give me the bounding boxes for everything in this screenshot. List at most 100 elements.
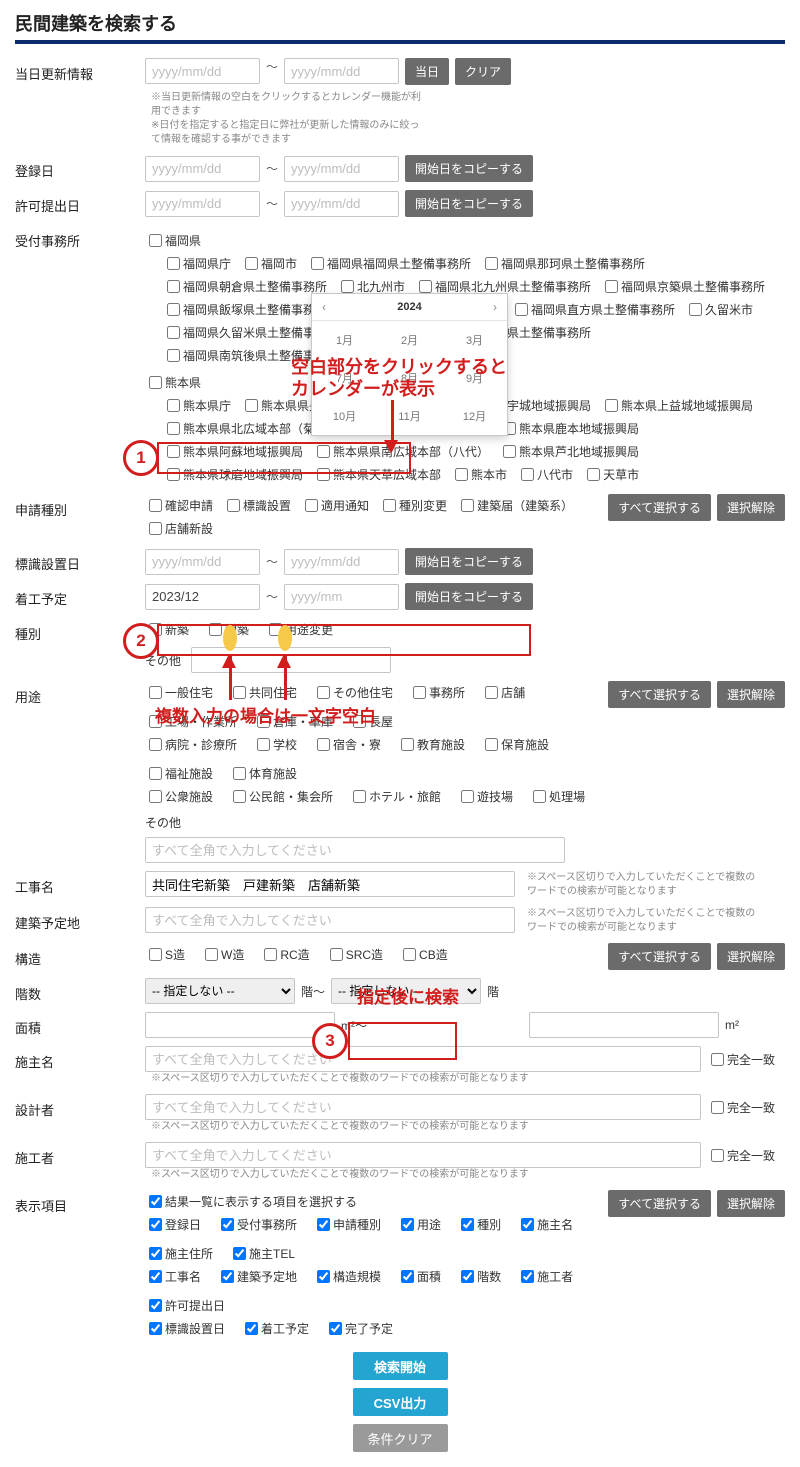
search-button[interactable]: 検索開始 bbox=[353, 1352, 448, 1380]
use-item[interactable]: 公民館・集会所 bbox=[229, 787, 333, 806]
struct-unselect[interactable]: 選択解除 bbox=[717, 943, 785, 970]
check-item[interactable]: 用途変更 bbox=[265, 620, 333, 639]
use-item[interactable]: 学校 bbox=[253, 735, 297, 754]
site-input[interactable] bbox=[145, 907, 515, 933]
check-item[interactable]: W造 bbox=[201, 945, 244, 964]
display-item[interactable]: 面積 bbox=[397, 1267, 441, 1286]
use-item[interactable]: 遊技場 bbox=[457, 787, 513, 806]
kind-other-input[interactable] bbox=[191, 647, 391, 673]
display-item[interactable]: 種別 bbox=[457, 1215, 501, 1234]
office-item[interactable]: 福岡県朝倉県土整備事務所 bbox=[163, 277, 327, 296]
owner-input[interactable] bbox=[145, 1046, 701, 1072]
cal-month[interactable]: 11月 bbox=[377, 397, 442, 435]
sign-to[interactable] bbox=[284, 549, 399, 575]
copy-start-button-2[interactable]: 開始日をコピーする bbox=[405, 190, 533, 217]
today-button[interactable]: 当日 bbox=[405, 58, 449, 85]
use-item[interactable]: 体育施設 bbox=[229, 764, 297, 783]
display-unselect[interactable]: 選択解除 bbox=[717, 1190, 785, 1217]
cal-month[interactable]: 2月 bbox=[377, 321, 442, 359]
cal-next[interactable]: › bbox=[493, 300, 497, 314]
copy-start-button-3[interactable]: 開始日をコピーする bbox=[405, 548, 533, 575]
check-item[interactable]: 標識設置 bbox=[223, 496, 291, 515]
builder-exact[interactable]: 完全一致 bbox=[707, 1146, 775, 1165]
clear-button[interactable]: クリア bbox=[455, 58, 511, 85]
office-item[interactable]: 熊本県県南広域本部（八代） bbox=[313, 442, 489, 461]
office-group-head[interactable]: 福岡県 bbox=[145, 231, 201, 250]
display-head-check[interactable]: 結果一覧に表示する項目を選択する bbox=[145, 1192, 357, 1211]
display-item[interactable]: 受付事務所 bbox=[217, 1215, 297, 1234]
cond-clear-button[interactable]: 条件クリア bbox=[353, 1424, 448, 1452]
check-item[interactable]: 確認申請 bbox=[145, 496, 213, 515]
designer-exact[interactable]: 完全一致 bbox=[707, 1098, 775, 1117]
office-item[interactable]: 熊本県鹿本地域振興局 bbox=[499, 419, 639, 438]
apptype-unselect[interactable]: 選択解除 bbox=[717, 494, 785, 521]
cal-month[interactable]: 10月 bbox=[312, 397, 377, 435]
struct-select-all[interactable]: すべて選択する bbox=[608, 943, 711, 970]
office-item[interactable]: 熊本県上益城地域振興局 bbox=[601, 396, 753, 415]
office-item[interactable]: 熊本県天草広域本部 bbox=[313, 465, 441, 484]
builder-input[interactable] bbox=[145, 1142, 701, 1168]
use-select-all[interactable]: すべて選択する bbox=[608, 681, 711, 708]
cal-prev[interactable]: ‹ bbox=[322, 300, 326, 314]
cal-month[interactable]: 3月 bbox=[442, 321, 507, 359]
display-item[interactable]: 着工予定 bbox=[241, 1319, 309, 1338]
office-item[interactable]: 久留米市 bbox=[685, 300, 753, 319]
office-item[interactable]: 熊本県球磨地域振興局 bbox=[163, 465, 303, 484]
office-item[interactable]: 熊本県庁 bbox=[163, 396, 231, 415]
use-item[interactable]: その他住宅 bbox=[313, 683, 393, 702]
display-item[interactable]: 標識設置日 bbox=[145, 1319, 225, 1338]
office-item[interactable]: 熊本県阿蘇地域振興局 bbox=[163, 442, 303, 461]
reg-to[interactable] bbox=[284, 156, 399, 182]
area-to[interactable] bbox=[529, 1012, 719, 1038]
use-item[interactable]: 公衆施設 bbox=[145, 787, 213, 806]
permit-to[interactable] bbox=[284, 191, 399, 217]
display-item[interactable]: 申請種別 bbox=[313, 1215, 381, 1234]
use-item[interactable]: 事務所 bbox=[409, 683, 465, 702]
office-item[interactable]: 福岡県京築県土整備事務所 bbox=[601, 277, 765, 296]
sign-from[interactable] bbox=[145, 549, 260, 575]
check-item[interactable]: S造 bbox=[145, 945, 185, 964]
check-item[interactable]: 種別変更 bbox=[379, 496, 447, 515]
display-item[interactable]: 施主住所 bbox=[145, 1244, 213, 1263]
display-item[interactable]: 施主名 bbox=[517, 1215, 573, 1234]
check-item[interactable]: 適用通知 bbox=[301, 496, 369, 515]
office-item[interactable]: 福岡県福岡県土整備事務所 bbox=[307, 254, 471, 273]
apptype-select-all[interactable]: すべて選択する bbox=[608, 494, 711, 521]
use-item[interactable]: 店舗 bbox=[481, 683, 525, 702]
display-item[interactable]: 登録日 bbox=[145, 1215, 201, 1234]
csv-button[interactable]: CSV出力 bbox=[353, 1388, 448, 1416]
owner-exact[interactable]: 完全一致 bbox=[707, 1050, 775, 1069]
update-to[interactable] bbox=[284, 58, 399, 84]
display-item[interactable]: 用途 bbox=[397, 1215, 441, 1234]
start-from[interactable] bbox=[145, 584, 260, 610]
copy-start-button-1[interactable]: 開始日をコピーする bbox=[405, 155, 533, 182]
display-item[interactable]: 許可提出日 bbox=[145, 1296, 225, 1315]
use-item[interactable]: 保育施設 bbox=[481, 735, 549, 754]
office-item[interactable]: 八代市 bbox=[517, 465, 573, 484]
reg-from[interactable] bbox=[145, 156, 260, 182]
use-item[interactable]: ホテル・旅館 bbox=[349, 787, 441, 806]
use-item[interactable]: 一般住宅 bbox=[145, 683, 213, 702]
display-item[interactable]: 工事名 bbox=[145, 1267, 201, 1286]
update-from[interactable] bbox=[145, 58, 260, 84]
permit-from[interactable] bbox=[145, 191, 260, 217]
display-item[interactable]: 施工者 bbox=[517, 1267, 573, 1286]
designer-input[interactable] bbox=[145, 1094, 701, 1120]
floor-from[interactable]: -- 指定しない -- bbox=[145, 978, 295, 1004]
start-to[interactable] bbox=[284, 584, 399, 610]
check-item[interactable]: 店舗新設 bbox=[145, 519, 213, 538]
office-item[interactable]: 熊本県芦北地域振興局 bbox=[499, 442, 639, 461]
check-item[interactable]: SRC造 bbox=[326, 945, 383, 964]
office-item[interactable]: 天草市 bbox=[583, 465, 639, 484]
check-item[interactable]: RC造 bbox=[260, 945, 309, 964]
cal-month[interactable]: 12月 bbox=[442, 397, 507, 435]
display-select-all[interactable]: すべて選択する bbox=[608, 1190, 711, 1217]
check-item[interactable]: CB造 bbox=[399, 945, 448, 964]
office-item[interactable]: 福岡県庁 bbox=[163, 254, 231, 273]
use-unselect[interactable]: 選択解除 bbox=[717, 681, 785, 708]
use-item[interactable]: 福祉施設 bbox=[145, 764, 213, 783]
office-item[interactable]: 福岡県飯塚県土整備事務所 bbox=[163, 300, 327, 319]
office-group-head[interactable]: 熊本県 bbox=[145, 373, 201, 392]
use-item[interactable]: 宿舎・寮 bbox=[313, 735, 381, 754]
display-item[interactable]: 施主TEL bbox=[229, 1244, 295, 1263]
